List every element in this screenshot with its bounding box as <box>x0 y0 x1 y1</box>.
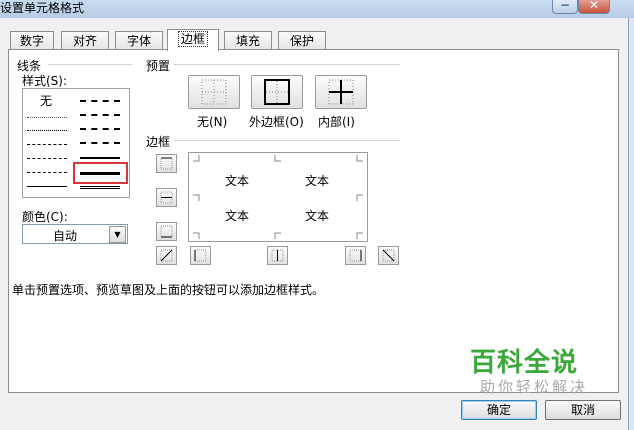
border-right-icon <box>349 249 362 262</box>
preview-text: 文本 <box>225 209 250 223</box>
preview-text: 文本 <box>305 174 330 188</box>
close-icon: ✕ <box>588 0 600 12</box>
watermark-subtitle: 助你轻松解决 <box>480 378 589 396</box>
preset-inside-label: 内部(I) <box>318 115 355 129</box>
line-style-double[interactable] <box>80 186 120 189</box>
preset-outline-button[interactable] <box>251 75 303 109</box>
border-inside-horizontal-icon <box>160 191 173 204</box>
border-left-icon <box>194 249 207 262</box>
border-top-button[interactable] <box>156 154 177 173</box>
tab-label: 字体 <box>126 34 151 48</box>
presets-group-divider <box>174 64 400 65</box>
preset-inside-icon <box>328 79 354 105</box>
close-button[interactable]: ✕ <box>578 0 610 14</box>
border-diagonal-up-button[interactable] <box>156 246 177 265</box>
line-style-thin[interactable] <box>27 186 67 187</box>
line-style-medium-dash-dot[interactable] <box>80 128 120 130</box>
tab-label: 对齐 <box>72 34 97 48</box>
line-style-none[interactable]: 无 <box>40 92 52 109</box>
line-style-dash-dot[interactable] <box>27 158 67 159</box>
cancel-button[interactable]: 取消 <box>545 400 621 420</box>
style-label: 样式(S): <box>22 74 68 88</box>
border-diagonal-down-icon <box>382 249 395 262</box>
border-inside-vertical-button[interactable] <box>267 246 288 265</box>
preset-none-icon <box>201 79 227 105</box>
tab-font[interactable]: 字体 <box>115 31 163 50</box>
minimize-icon: − <box>559 0 571 12</box>
color-label: 颜色(C): <box>22 210 68 224</box>
minimize-button[interactable]: − <box>552 0 578 14</box>
color-select[interactable]: 自动 ▼ <box>22 224 128 244</box>
line-style-hair[interactable] <box>27 117 67 118</box>
preset-outline-label: 外边框(O) <box>249 115 304 129</box>
hint-text: 单击预置选项、预览草图及上面的按钮可以添加边框样式。 <box>12 283 325 297</box>
preset-none-button[interactable] <box>188 75 240 109</box>
tab-label: 数字 <box>19 34 44 48</box>
preview-text: 文本 <box>305 209 330 223</box>
tab-number[interactable]: 数字 <box>10 31 54 50</box>
border-group-label: 边框 <box>146 135 171 149</box>
border-top-icon <box>160 157 173 170</box>
border-preview[interactable]: 文本 文本 文本 文本 <box>188 152 368 242</box>
tab-border[interactable]: 边框 <box>167 29 219 51</box>
border-right-button[interactable] <box>345 246 366 265</box>
tab-fill[interactable]: 填充 <box>224 31 272 50</box>
line-style-medium[interactable] <box>80 157 120 159</box>
window-title: 设置单元格格式 <box>0 1 85 15</box>
tab-label: 保护 <box>289 34 314 48</box>
border-inside-horizontal-button[interactable] <box>156 188 177 207</box>
preview-corner-marks <box>193 155 363 239</box>
chevron-down-icon[interactable]: ▼ <box>109 226 126 243</box>
ok-button[interactable]: 确定 <box>461 400 537 420</box>
preset-outline-icon <box>264 79 290 105</box>
watermark: 百科全说 助你轻松解决 <box>450 340 610 400</box>
border-bottom-icon <box>160 225 173 238</box>
line-style-dotted[interactable] <box>27 130 67 131</box>
line-group-divider <box>48 64 132 65</box>
preset-none-label: 无(N) <box>197 115 228 129</box>
line-style-medium-dash-dot-dot[interactable] <box>80 100 120 102</box>
tab-label: 填充 <box>235 34 260 48</box>
color-select-value: 自动 <box>53 229 78 243</box>
border-bottom-button[interactable] <box>156 222 177 241</box>
cancel-label: 取消 <box>570 403 595 417</box>
line-style-selection-highlight <box>73 162 128 184</box>
preset-inside-button[interactable] <box>315 75 367 109</box>
border-inside-vertical-icon <box>271 249 284 262</box>
preview-text: 文本 <box>225 174 250 188</box>
line-style-slant-dash-dot[interactable] <box>80 114 120 116</box>
line-style-medium-dashed[interactable] <box>80 142 120 144</box>
tab-alignment[interactable]: 对齐 <box>61 31 109 50</box>
line-style-dashed[interactable] <box>27 172 67 173</box>
tab-label: 边框 <box>177 31 208 47</box>
tab-protection[interactable]: 保护 <box>278 31 326 50</box>
border-diagonal-down-button[interactable] <box>378 246 399 265</box>
ok-label: 确定 <box>486 403 511 417</box>
watermark-title: 百科全说 <box>470 348 579 378</box>
title-bar: 设置单元格格式 − ✕ <box>0 0 634 18</box>
line-style-dash-dot-dot[interactable] <box>27 144 67 145</box>
border-diagonal-up-icon <box>160 249 173 262</box>
border-group-divider <box>174 140 400 141</box>
border-left-button[interactable] <box>190 246 211 265</box>
presets-group-label: 预置 <box>146 59 171 73</box>
